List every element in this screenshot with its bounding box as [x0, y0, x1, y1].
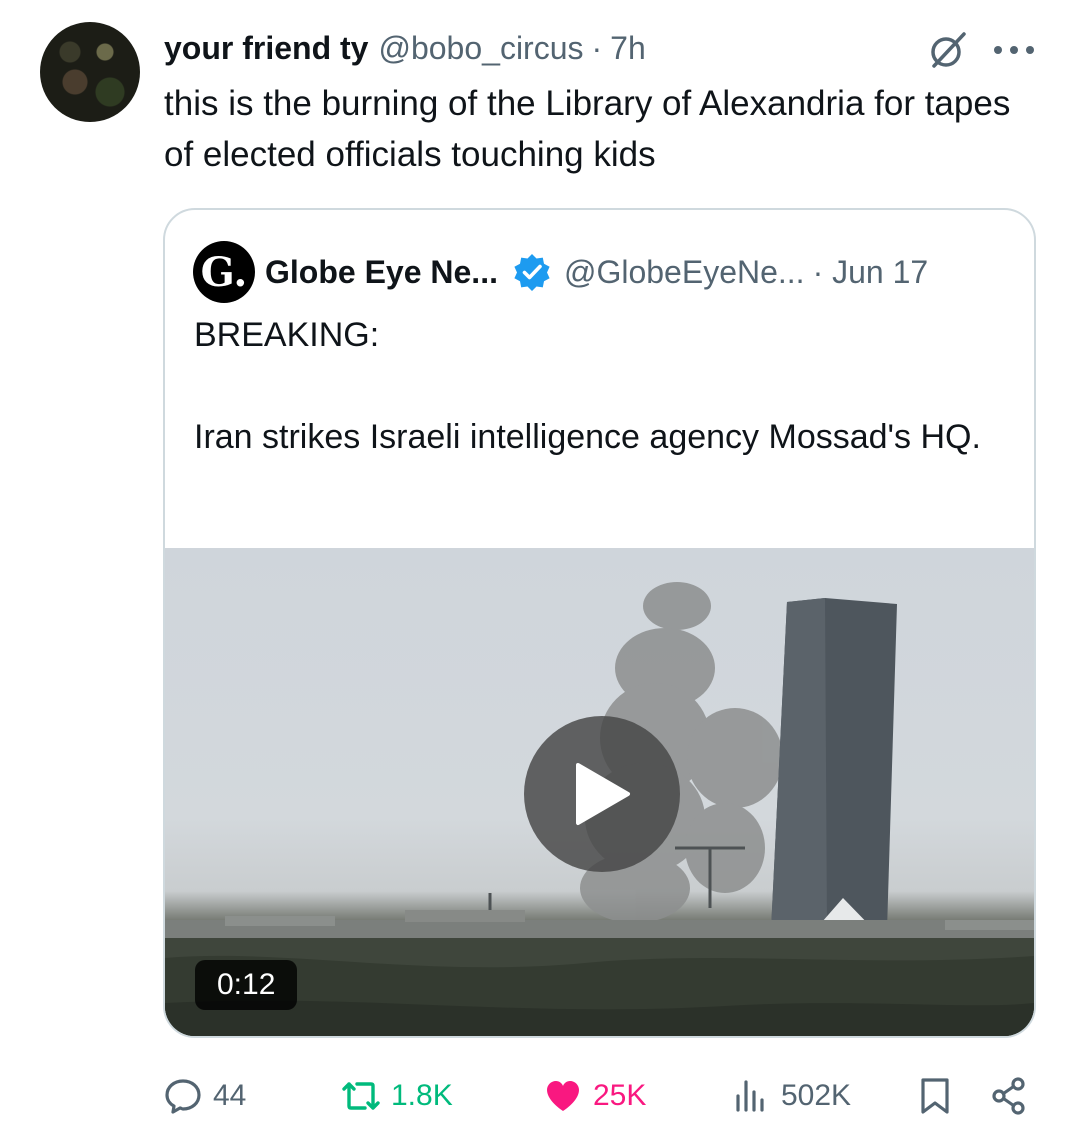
tweet-action-bar: 44 1.8K 25K 502K — [163, 1070, 1043, 1122]
bookmark-icon — [921, 1078, 949, 1114]
tweet-text: this is the burning of the Library of Al… — [164, 84, 1011, 174]
share-icon — [992, 1077, 1025, 1115]
quoted-author-handle: @GlobeEyeNe... — [563, 253, 805, 290]
tweet-header: your friend ty @bobo_circus · 7h — [164, 28, 646, 68]
play-button[interactable] — [524, 716, 680, 872]
author-avatar[interactable] — [40, 22, 140, 122]
author-handle[interactable]: @bobo_circus — [378, 30, 583, 67]
share-button[interactable] — [989, 1070, 1029, 1122]
reply-count: 44 — [213, 1079, 247, 1112]
separator-dot: · — [591, 29, 603, 66]
quoted-tweet[interactable]: G. Globe Eye Ne... @GlobeEyeNe... · Jun … — [163, 208, 1036, 1038]
video-duration-badge: 0:12 — [195, 960, 298, 1010]
author-display-name[interactable]: your friend ty — [164, 30, 368, 67]
quoted-tweet-text: BREAKING: Iran strikes Israeli intellige… — [194, 316, 981, 456]
play-icon — [576, 763, 630, 825]
tweet-timestamp[interactable]: 7h — [610, 30, 646, 67]
repost-icon — [342, 1082, 380, 1110]
like-count: 25K — [593, 1079, 647, 1112]
like-icon — [547, 1081, 579, 1111]
bookmark-button[interactable] — [915, 1070, 955, 1122]
video-player[interactable]: 0:12 — [165, 548, 1034, 1036]
views-icon — [736, 1080, 764, 1112]
like-button[interactable]: 25K — [543, 1070, 646, 1122]
view-count: 502K — [781, 1079, 852, 1112]
quoted-tweet-header: G. Globe Eye Ne... @GlobeEyeNe... · Jun … — [193, 241, 929, 303]
views-button[interactable]: 502K — [731, 1070, 851, 1122]
verified-badge-icon — [514, 254, 550, 291]
reply-icon — [165, 1079, 201, 1114]
quoted-author-display-name: Globe Eye Ne... — [265, 253, 498, 290]
quoted-author-avatar: G. — [193, 241, 255, 303]
grok-icon[interactable] — [926, 28, 970, 72]
repost-count: 1.8K — [391, 1079, 453, 1112]
repost-button[interactable]: 1.8K — [341, 1070, 453, 1122]
quoted-tweet-date: · Jun 17 — [812, 253, 929, 290]
reply-button[interactable]: 44 — [163, 1070, 246, 1122]
more-icon[interactable] — [990, 30, 1038, 70]
